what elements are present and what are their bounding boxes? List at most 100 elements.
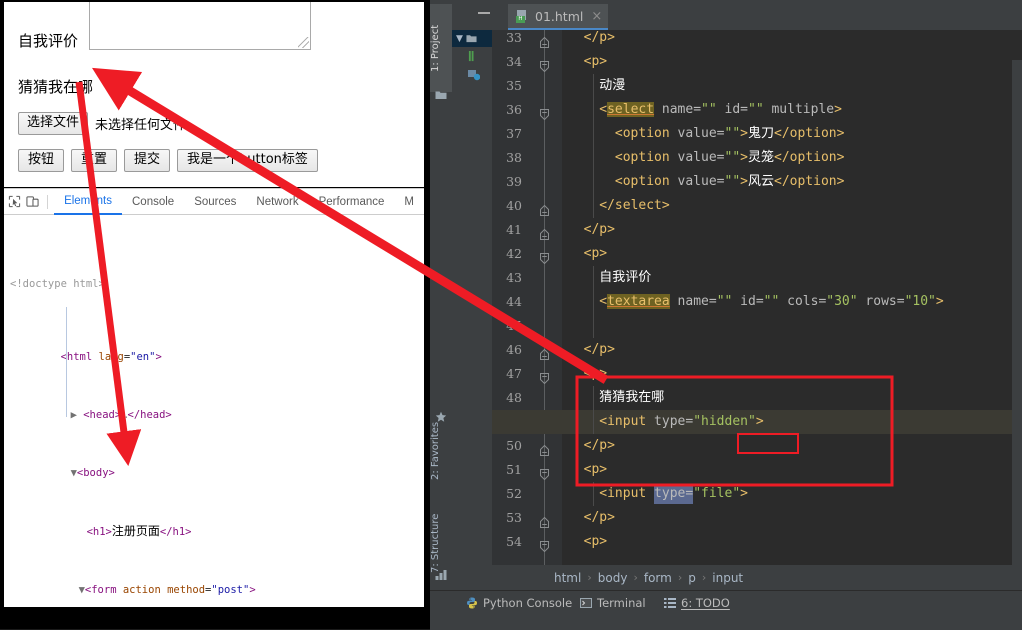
- toolbar-divider: [47, 194, 49, 209]
- status-label: Python Console: [483, 596, 573, 610]
- code-line[interactable]: <p>: [584, 458, 607, 482]
- code-line[interactable]: </select>: [599, 194, 669, 218]
- project-tree-row[interactable]: [452, 48, 492, 65]
- code-line[interactable]: <select name="" id="" multiple>: [599, 98, 842, 122]
- line-number-gutter: 3334353637383940414243444546474849505152…: [492, 30, 562, 565]
- self-eval-textarea[interactable]: [89, 2, 311, 50]
- submit-button[interactable]: 提交: [124, 149, 171, 172]
- button-tag-button[interactable]: 我是一个button标签: [177, 149, 318, 172]
- line-number: 43: [506, 270, 522, 285]
- project-tree-selected-row[interactable]: ▼: [452, 30, 492, 47]
- code-line[interactable]: 猜猜我在哪: [599, 386, 664, 410]
- status-python-console[interactable]: Python Console: [466, 595, 572, 611]
- code-fold-icon[interactable]: [539, 33, 550, 48]
- code-line[interactable]: </p>: [584, 506, 615, 530]
- tree-head-node[interactable]: ▶ <head>…</head>: [10, 394, 424, 421]
- breadcrumb-form[interactable]: form: [644, 571, 672, 585]
- dom-tree[interactable]: <!doctype html> <html lang="en"> ▶ <head…: [4, 215, 424, 607]
- breadcrumb-p[interactable]: p: [688, 571, 696, 585]
- indent-guide: [593, 386, 595, 434]
- code-fold-icon[interactable]: [539, 57, 550, 73]
- reset-button[interactable]: 重置: [71, 149, 118, 172]
- tab-performance[interactable]: Performance: [309, 190, 395, 214]
- breadcrumb[interactable]: html › body › form › p › input: [492, 565, 1022, 590]
- code-fold-icon[interactable]: [539, 513, 550, 528]
- button-generic[interactable]: 按钮: [18, 149, 65, 172]
- code-fold-icon[interactable]: [539, 249, 550, 265]
- code-line[interactable]: <p>: [584, 530, 607, 554]
- code-fold-icon[interactable]: [539, 441, 550, 456]
- form-buttons-row: 按钮 重置 提交 我是一个button标签: [18, 149, 318, 172]
- ide-statusbar: Python Console Terminal 6: TODO: [430, 590, 1022, 630]
- code-line[interactable]: <input type="hidden">: [599, 410, 763, 434]
- tree-h1[interactable]: <h1>注册页面</h1>: [10, 510, 424, 538]
- line-number: 44: [506, 294, 522, 309]
- code-fold-icon[interactable]: [539, 105, 550, 121]
- line-number: 39: [506, 174, 522, 189]
- status-todo[interactable]: 6: TODO: [664, 595, 730, 611]
- code-line[interactable]: <textarea name="" id="" cols="30" rows="…: [599, 290, 944, 314]
- code-fold-icon[interactable]: [539, 225, 550, 240]
- breadcrumb-input[interactable]: input: [712, 571, 743, 585]
- code-line[interactable]: </p>: [584, 218, 615, 242]
- line-number: 51: [506, 462, 522, 477]
- tab-network[interactable]: Network: [246, 190, 308, 214]
- tab-sources[interactable]: Sources: [184, 190, 246, 214]
- close-icon[interactable]: ×: [591, 9, 602, 24]
- editor-vertical-scrollbar[interactable]: [1012, 60, 1022, 565]
- code-line[interactable]: 自我评价: [599, 266, 651, 290]
- breadcrumb-body[interactable]: body: [598, 571, 628, 585]
- code-fold-icon[interactable]: [539, 201, 550, 216]
- breadcrumb-html[interactable]: html: [554, 571, 581, 585]
- code-line[interactable]: <p>: [584, 362, 607, 386]
- line-number: 50: [506, 438, 522, 453]
- sidebar-item-favorites[interactable]: 2: Favorites: [430, 405, 452, 497]
- code-content[interactable]: </p> <p> 动漫 <select name="" id="" multiple>…: [492, 30, 1022, 565]
- sidebar-item-project[interactable]: 1: Project: [430, 4, 452, 92]
- code-line[interactable]: </p>: [584, 30, 615, 50]
- line-number: 54: [506, 534, 522, 549]
- tab-label: 01.html: [535, 8, 584, 24]
- indent-guide: [593, 482, 595, 506]
- code-fold-icon[interactable]: [539, 369, 550, 385]
- code-line[interactable]: 动漫: [599, 74, 625, 98]
- code-editor[interactable]: 3334353637383940414243444546474849505152…: [492, 30, 1022, 565]
- resize-grip-icon[interactable]: [298, 37, 309, 48]
- choose-file-button[interactable]: 选择文件: [18, 112, 89, 135]
- code-line[interactable]: </p>: [584, 434, 615, 458]
- code-line[interactable]: <option value="">灵笼</option>: [615, 146, 845, 170]
- status-terminal[interactable]: Terminal: [580, 595, 646, 611]
- line-number: 37: [506, 126, 522, 141]
- tree-body-open[interactable]: ▼<body>: [10, 452, 424, 479]
- code-line[interactable]: <option value="">鬼刀</option>: [615, 122, 845, 146]
- code-line[interactable]: <option value="">风云</option>: [615, 170, 845, 194]
- code-fold-icon[interactable]: [539, 345, 550, 360]
- project-tree-row[interactable]: [452, 66, 492, 83]
- project-panel[interactable]: ▼: [452, 0, 492, 590]
- code-line[interactable]: </p>: [584, 338, 615, 362]
- ide-tool-strip: 1: Project 2: Favorites 7: Structure: [430, 0, 453, 590]
- inspect-cursor-icon[interactable]: [8, 191, 22, 213]
- html-file-icon: H: [516, 9, 529, 23]
- tab-console[interactable]: Console: [122, 190, 184, 214]
- code-line[interactable]: <p>: [584, 50, 607, 74]
- terminal-icon: [580, 597, 592, 609]
- device-toolbar-icon[interactable]: [26, 191, 40, 213]
- tree-form-open[interactable]: ▼<form action method="post">: [10, 568, 424, 596]
- code-line[interactable]: <input type="file">: [599, 482, 748, 506]
- tab-memory[interactable]: M: [394, 190, 424, 214]
- minimize-icon[interactable]: [478, 12, 490, 14]
- breadcrumb-separator: ›: [587, 571, 592, 584]
- tab-elements[interactable]: Elements: [54, 189, 122, 215]
- line-number: 48: [506, 390, 522, 405]
- code-line[interactable]: <p>: [584, 242, 607, 266]
- code-fold-icon[interactable]: [539, 537, 550, 553]
- tab-01-html[interactable]: H 01.html ×: [508, 4, 609, 30]
- breadcrumb-separator: ›: [677, 571, 683, 584]
- line-number: 40: [506, 198, 522, 213]
- tree-html-open[interactable]: <html lang="en">: [10, 335, 424, 363]
- ide-window: 1: Project 2: Favorites 7: Structure ▼ H…: [430, 0, 1022, 630]
- code-fold-icon[interactable]: [539, 465, 550, 481]
- sidebar-item-structure[interactable]: 7: Structure: [430, 498, 452, 588]
- hidden-input-text: 猜猜我在哪: [18, 78, 94, 96]
